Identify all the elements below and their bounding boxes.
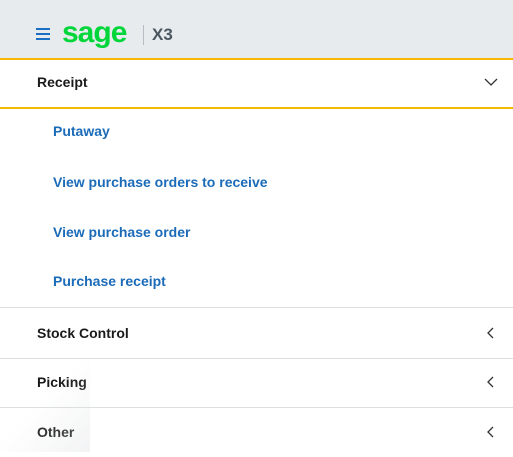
menu-section-picking[interactable]: Picking xyxy=(0,357,513,408)
chevron-left-icon xyxy=(487,327,494,339)
chevron-left-icon xyxy=(487,376,494,388)
section-label-receipt: Receipt xyxy=(37,74,88,90)
section-label-picking: Picking xyxy=(37,374,87,390)
section-label-other: Other xyxy=(37,424,75,440)
menu-item-purchase-receipt[interactable]: Purchase receipt xyxy=(53,273,166,289)
logo-divider xyxy=(143,25,144,45)
sage-logo: sage xyxy=(62,16,127,49)
chevron-left-icon xyxy=(487,426,494,438)
menu-section-stock-control[interactable]: Stock Control xyxy=(0,307,513,359)
section-label-stock-control: Stock Control xyxy=(37,325,129,341)
menu-section-receipt[interactable]: Receipt xyxy=(0,58,513,109)
menu-item-view-purchase-orders-to-receive[interactable]: View purchase orders to receive xyxy=(53,174,268,190)
menu-item-view-purchase-order[interactable]: View purchase order xyxy=(53,224,190,240)
chevron-down-icon xyxy=(484,78,498,86)
menu-section-other[interactable]: Other xyxy=(0,407,513,457)
product-name: X3 xyxy=(152,25,173,44)
menu-item-putaway[interactable]: Putaway xyxy=(53,123,110,139)
app-header: sage X3 xyxy=(0,0,513,60)
hamburger-menu-icon[interactable] xyxy=(36,28,50,40)
